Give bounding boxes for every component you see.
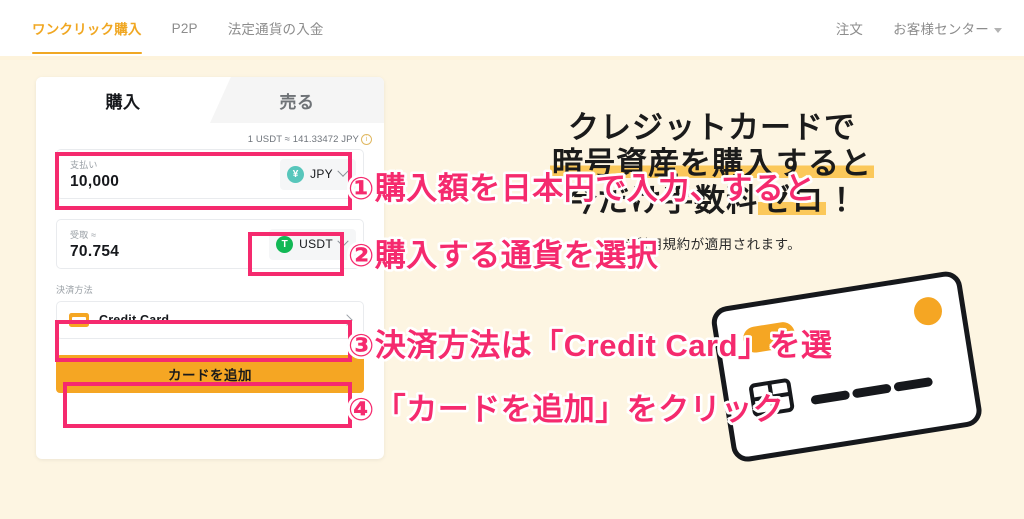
nav-underbar: [0, 56, 1024, 60]
payment-method-name: Credit Card: [99, 313, 170, 327]
credit-card-icon: [69, 313, 89, 327]
receive-field-wrap: 受取 ≈ 70.754 T USDT: [56, 219, 364, 269]
nav-item-p2p[interactable]: P2P: [172, 21, 198, 36]
payment-method-section-label: 決済方法: [56, 285, 93, 295]
nav-item-customer-center-label: お客様センター: [893, 22, 989, 37]
receive-currency-selector[interactable]: T USDT: [269, 228, 356, 260]
info-icon[interactable]: i: [361, 134, 372, 145]
receive-amount-value: 70.754: [70, 242, 120, 260]
pay-field-label: 支払い: [70, 159, 98, 170]
nav-right-group: 注文 お客様センター: [836, 0, 1002, 56]
payment-method-row[interactable]: Credit Card: [56, 301, 364, 339]
nav-item-one-click-buy[interactable]: ワンクリック購入: [32, 18, 142, 54]
nav-left-group: ワンクリック購入 P2P 法定通貨の入金: [32, 0, 324, 56]
chevron-down-icon: [337, 165, 349, 177]
tab-buy[interactable]: 購入: [36, 77, 210, 123]
receive-field[interactable]: 受取 ≈ 70.754 T USDT: [56, 219, 364, 269]
one-click-buy-widget: 購入 売る 1 USDT ≈ 141.33472 JPY i 支払い 10,000…: [36, 77, 384, 459]
exchange-rate-row: 1 USDT ≈ 141.33472 JPY i: [36, 123, 384, 149]
chevron-down-icon: [337, 235, 349, 247]
widget-tabs: 購入 売る: [36, 77, 384, 123]
chevron-down-icon: [994, 27, 1002, 33]
annotation-step-3: ③決済方法は「Credit Card」を選: [348, 328, 833, 363]
pay-amount-input[interactable]: 10,000: [70, 173, 119, 191]
annotation-step-1: ①購入額を日本円で入力、すると: [348, 171, 816, 206]
pay-currency-selector[interactable]: ¥ JPY: [280, 158, 356, 190]
exchange-rate-text: 1 USDT ≈ 141.33472 JPY: [247, 134, 359, 145]
pay-currency-code: JPY: [310, 167, 333, 181]
pay-field[interactable]: 支払い 10,000 ¥ JPY: [56, 149, 364, 199]
nav-item-customer-center[interactable]: お客様センター: [893, 18, 1002, 38]
nav-item-fiat-deposit[interactable]: 法定通貨の入金: [228, 18, 324, 38]
jpy-coin-icon: ¥: [287, 165, 305, 183]
tab-sell[interactable]: 売る: [210, 77, 384, 123]
add-card-button[interactable]: カードを追加: [56, 355, 364, 393]
nav-item-orders[interactable]: 注文: [836, 18, 863, 38]
receive-field-labels: 受取 ≈ 70.754: [70, 228, 119, 261]
promo-line-1: クレジットカードで: [568, 110, 856, 145]
receive-currency-code: USDT: [299, 237, 333, 251]
receive-field-label: 受取 ≈: [70, 229, 97, 240]
annotation-step-2: ②購入する通貨を選択: [348, 238, 659, 273]
top-navigation-bar: ワンクリック購入 P2P 法定通貨の入金 注文 お客様センター: [0, 0, 1024, 56]
usdt-coin-icon: T: [276, 235, 294, 253]
pay-field-labels: 支払い 10,000: [70, 158, 119, 191]
annotation-step-4: ④「カードを追加」をクリック: [348, 392, 785, 427]
pay-field-wrap: 支払い 10,000 ¥ JPY: [56, 149, 364, 199]
page-root: ワンクリック購入 P2P 法定通貨の入金 注文 お客様センター クレジットカード…: [0, 0, 1024, 519]
promo-line-3-suffix: ！: [826, 182, 858, 218]
